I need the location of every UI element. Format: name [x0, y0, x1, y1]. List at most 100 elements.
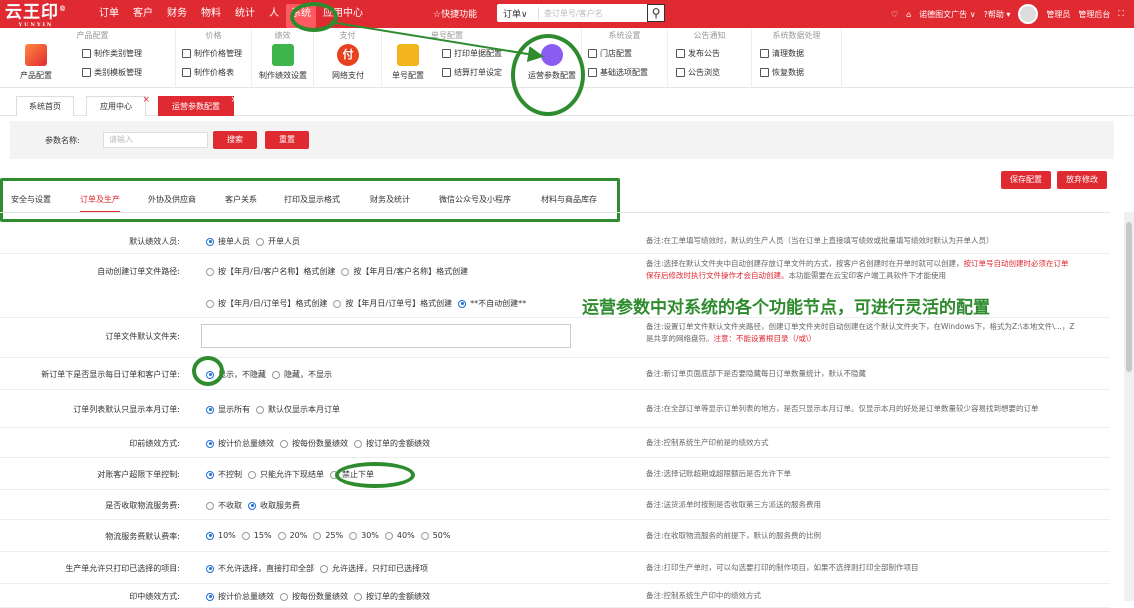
scrollbar[interactable]: [1124, 212, 1134, 601]
radio-button[interactable]: [206, 439, 214, 448]
radio-option[interactable]: 默认仅显示本月订单: [256, 404, 340, 415]
radio-button[interactable]: [206, 267, 214, 276]
search-icon[interactable]: ⚲: [647, 4, 665, 22]
close-icon[interactable]: ×: [142, 91, 150, 110]
radio-button[interactable]: [206, 564, 214, 573]
radio-option[interactable]: 不允许选择，直接打印全部: [206, 563, 314, 574]
help-menu[interactable]: ?帮助 ▾: [984, 9, 1011, 20]
radio-option[interactable]: 按订单的金额绩效: [354, 591, 430, 602]
radio-button[interactable]: [206, 405, 214, 414]
radio-option[interactable]: 收取服务费: [248, 500, 300, 511]
radio-option[interactable]: 按计价总量绩效: [206, 591, 274, 602]
radio-button[interactable]: [206, 237, 214, 246]
avatar[interactable]: [1018, 4, 1039, 24]
radio-button[interactable]: [349, 531, 358, 540]
nav-order[interactable]: 订单: [92, 0, 126, 28]
radio-button[interactable]: [206, 299, 214, 308]
radio-option[interactable]: 50%: [420, 531, 450, 540]
top-search-input[interactable]: 查订单号/客户名: [539, 8, 647, 19]
perf-setting-button[interactable]: 制作绩效设置: [255, 42, 311, 81]
radio-button[interactable]: [458, 299, 467, 308]
radio-button[interactable]: [280, 592, 288, 601]
discard-button[interactable]: 放弃修改: [1057, 171, 1107, 189]
browse-notice-button[interactable]: 公告浏览: [676, 67, 720, 78]
cattab-security[interactable]: 安全与设置: [11, 194, 51, 205]
radio-option[interactable]: 按每份数量绩效: [280, 438, 348, 449]
radio-option[interactable]: 按【年月/日/订单号】格式创建: [206, 298, 327, 309]
app-logo[interactable]: 云王印® YUNYIN: [0, 0, 72, 28]
nav-hr[interactable]: 人: [262, 0, 286, 28]
radio-button[interactable]: [248, 501, 256, 510]
admin-label[interactable]: 管理员: [1046, 9, 1070, 20]
radio-option[interactable]: **不自动创建**: [458, 298, 526, 309]
home-icon[interactable]: ⌂: [906, 10, 911, 19]
cattab-finance[interactable]: 财务及统计: [370, 194, 410, 205]
radio-button[interactable]: [248, 470, 256, 479]
cattab-outsource[interactable]: 外协及供应商: [148, 194, 196, 205]
param-name-input[interactable]: 请输入: [103, 132, 208, 148]
radio-option[interactable]: 不控制: [206, 469, 242, 480]
scroll-thumb[interactable]: [1126, 222, 1132, 372]
radio-button[interactable]: [280, 439, 288, 448]
radio-option[interactable]: 允许选择，只打印已选择项: [320, 563, 428, 574]
tab-appcenter[interactable]: 应用中心 ×: [86, 95, 150, 116]
radio-option[interactable]: 20%: [277, 531, 307, 540]
cat-template-button[interactable]: 类别模板管理: [82, 67, 142, 78]
radio-button[interactable]: [333, 299, 342, 308]
radio-option[interactable]: 不收取: [206, 500, 242, 511]
price-manage-button[interactable]: 制作价格管理: [182, 48, 242, 59]
price-table-button[interactable]: 制作价格表: [182, 67, 234, 78]
radio-button[interactable]: [277, 531, 286, 540]
radio-button[interactable]: [256, 405, 264, 414]
radio-option[interactable]: 接单人员: [206, 236, 250, 247]
restore-data-button[interactable]: 恢复数据: [760, 67, 804, 78]
radio-option[interactable]: 只能允许下现结单: [248, 469, 324, 480]
nav-stats[interactable]: 统计: [228, 0, 262, 28]
radio-button[interactable]: [420, 531, 429, 540]
radio-option[interactable]: 10%: [206, 531, 236, 540]
radio-button[interactable]: [341, 267, 350, 276]
publish-notice-button[interactable]: 发布公告: [676, 48, 720, 59]
radio-button[interactable]: [354, 592, 362, 601]
cat-manage-button[interactable]: 制作类别管理: [82, 48, 142, 59]
radio-option[interactable]: 按【年月/日/客户名称】格式创建: [206, 266, 335, 277]
radio-button[interactable]: [206, 531, 214, 540]
radio-option[interactable]: 30%: [349, 531, 379, 540]
radio-button[interactable]: [241, 531, 250, 540]
cattab-order[interactable]: 订单及生产: [80, 194, 120, 213]
radio-button[interactable]: [354, 439, 362, 448]
radio-button[interactable]: [272, 370, 280, 379]
product-config-button[interactable]: 产品配置: [10, 42, 62, 81]
radio-option[interactable]: 隐藏，不显示: [272, 369, 332, 380]
cattab-print[interactable]: 打印及显示格式: [284, 194, 340, 205]
pay-button[interactable]: 付 网络支付: [322, 42, 374, 81]
radio-option[interactable]: 按计价总量绩效: [206, 438, 274, 449]
folder-path-input[interactable]: [201, 324, 571, 348]
radio-option[interactable]: 按【年月日/客户名称】格式创建: [341, 266, 468, 277]
checkout-print-button[interactable]: 结算打单设定: [442, 67, 502, 78]
radio-option[interactable]: 开单人员: [256, 236, 300, 247]
radio-button[interactable]: [384, 531, 393, 540]
nav-material[interactable]: 物料: [194, 0, 228, 28]
close-icon[interactable]: ×: [230, 91, 238, 110]
store-config-button[interactable]: 门店配置: [588, 48, 632, 59]
cattab-material[interactable]: 材料与商品库存: [541, 194, 597, 205]
bell-icon[interactable]: ♡: [891, 10, 898, 19]
save-config-button[interactable]: 保存配置: [1001, 171, 1051, 189]
print-config-button[interactable]: 打印单据配置: [442, 48, 502, 59]
company-select[interactable]: 诺德图文广告 ∨: [919, 9, 975, 20]
radio-option[interactable]: 按每份数量绩效: [280, 591, 348, 602]
radio-button[interactable]: [256, 237, 264, 246]
radio-option[interactable]: 15%: [241, 531, 272, 540]
radio-option[interactable]: 按订单的金额绩效: [354, 438, 430, 449]
clear-data-button[interactable]: 清理数据: [760, 48, 804, 59]
radio-button[interactable]: [320, 564, 328, 573]
quick-functions[interactable]: ☆快捷功能: [433, 7, 477, 20]
radio-button[interactable]: [206, 501, 214, 510]
radio-button[interactable]: [313, 531, 322, 540]
basic-options-button[interactable]: 基础选项配置: [588, 67, 648, 78]
reset-button[interactable]: 重置: [265, 131, 309, 149]
tab-home[interactable]: 系统首页: [16, 96, 74, 116]
order-select[interactable]: 订单∨: [497, 6, 539, 20]
radio-option[interactable]: 按【年月日/订单号】格式创建: [333, 298, 452, 309]
